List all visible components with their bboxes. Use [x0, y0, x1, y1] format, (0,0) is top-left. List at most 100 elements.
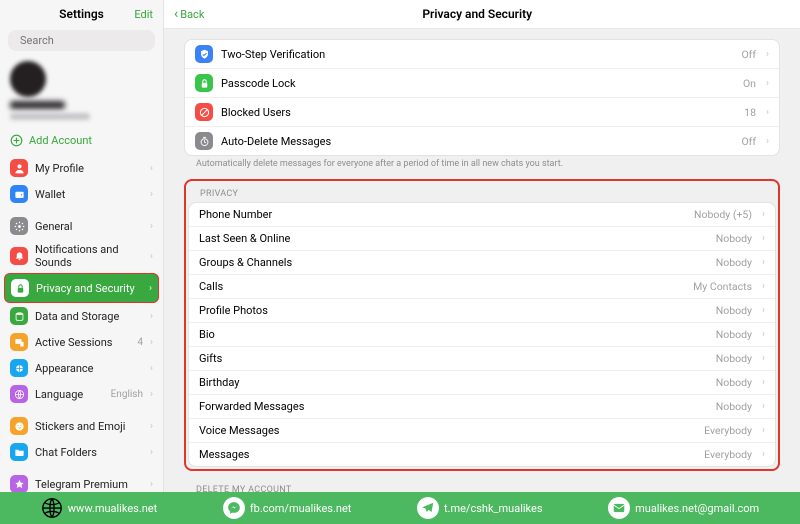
- bell-icon: [10, 247, 28, 265]
- devices-icon: [10, 333, 28, 351]
- sidebar-item-appearance[interactable]: Appearance ›: [0, 355, 163, 381]
- row-value: Everybody: [704, 448, 752, 461]
- chevron-right-icon: ›: [762, 377, 765, 388]
- footer-link-label: mualikes.net@gmail.com: [635, 502, 759, 515]
- sidebar-accessory: English: [111, 389, 143, 400]
- footer-link-3[interactable]: mualikes.net@gmail.com: [608, 497, 759, 519]
- row-label: Phone Number: [199, 208, 686, 221]
- footer-link-1[interactable]: fb.com/mualikes.net: [223, 497, 352, 519]
- lock-icon: [195, 74, 213, 92]
- security-row-auto-delete-messages[interactable]: Auto-Delete Messages Off ›: [185, 127, 779, 155]
- sidebar-item-label: My Profile: [35, 162, 143, 175]
- row-label: Blocked Users: [221, 106, 736, 119]
- row-value: My Contacts: [693, 280, 752, 293]
- row-label: Last Seen & Online: [199, 232, 708, 245]
- security-row-passcode-lock[interactable]: Passcode Lock On ›: [185, 69, 779, 98]
- footer-link-2[interactable]: t.me/cshk_mualikes: [417, 497, 543, 519]
- chevron-right-icon: ›: [762, 329, 765, 340]
- chevron-right-icon: ›: [150, 251, 153, 262]
- chevron-right-icon: ›: [766, 107, 769, 118]
- avatar: [10, 61, 46, 97]
- sidebar-item-my-profile[interactable]: My Profile ›: [0, 155, 163, 181]
- row-value: Off: [741, 135, 756, 148]
- privacy-row-forwarded-messages[interactable]: Forwarded Messages Nobody ›: [189, 395, 775, 419]
- row-label: Groups & Channels: [199, 256, 708, 269]
- sidebar-item-stickers-and-emoji[interactable]: Stickers and Emoji ›: [0, 413, 163, 439]
- privacy-row-bio[interactable]: Bio Nobody ›: [189, 323, 775, 347]
- privacy-row-calls[interactable]: Calls My Contacts ›: [189, 275, 775, 299]
- profile-phone: [10, 113, 90, 120]
- sidebar-item-data-and-storage[interactable]: Data and Storage ›: [0, 303, 163, 329]
- search-field[interactable]: [8, 30, 155, 51]
- sidebar-item-telegram-premium[interactable]: Telegram Premium ›: [0, 471, 163, 492]
- chevron-right-icon: ›: [766, 136, 769, 147]
- sidebar-item-language[interactable]: Language English ›: [0, 381, 163, 407]
- security-row-two-step-verification[interactable]: Two-Step Verification Off ›: [185, 40, 779, 69]
- privacy-row-birthday[interactable]: Birthday Nobody ›: [189, 371, 775, 395]
- add-account[interactable]: Add Account: [0, 128, 163, 155]
- security-row-blocked-users[interactable]: Blocked Users 18 ›: [185, 98, 779, 127]
- chevron-left-icon: ‹: [174, 6, 178, 22]
- block-icon: [195, 103, 213, 121]
- sidebar-item-label: Stickers and Emoji: [35, 420, 143, 433]
- messenger-icon: [223, 497, 245, 519]
- sidebar-item-chat-folders[interactable]: Chat Folders ›: [0, 439, 163, 465]
- row-value: 18: [744, 106, 756, 119]
- privacy-row-phone-number[interactable]: Phone Number Nobody (+5) ›: [189, 203, 775, 227]
- telegram-icon: [417, 497, 439, 519]
- chevron-right-icon: ›: [150, 189, 153, 200]
- row-label: Gifts: [199, 352, 708, 365]
- timer-icon: [195, 132, 213, 150]
- chevron-right-icon: ›: [150, 337, 153, 348]
- privacy-row-last-seen-online[interactable]: Last Seen & Online Nobody ›: [189, 227, 775, 251]
- content-body[interactable]: Two-Step Verification Off › Passcode Loc…: [164, 29, 800, 492]
- sidebar-item-label: Privacy and Security: [36, 282, 142, 295]
- row-value: Off: [741, 48, 756, 61]
- privacy-row-groups-channels[interactable]: Groups & Channels Nobody ›: [189, 251, 775, 275]
- content-header: ‹ Back Privacy and Security: [164, 0, 800, 29]
- row-value: Nobody: [716, 352, 752, 365]
- add-account-label: Add Account: [29, 134, 92, 147]
- sidebar-accessory: 4: [137, 337, 143, 348]
- privacy-row-voice-messages[interactable]: Voice Messages Everybody ›: [189, 419, 775, 443]
- profile-block[interactable]: [0, 55, 163, 128]
- row-value: Nobody: [716, 256, 752, 269]
- page-title: Privacy and Security: [204, 7, 750, 21]
- sidebar-menu[interactable]: My Profile › Wallet › General › Notifica…: [0, 155, 163, 492]
- edit-button[interactable]: Edit: [134, 8, 153, 21]
- sidebar-item-notifications-and-sounds[interactable]: Notifications and Sounds ›: [0, 239, 163, 273]
- sidebar-item-general[interactable]: General ›: [0, 213, 163, 239]
- footer-link-0[interactable]: www.mualikes.net: [41, 497, 157, 519]
- sidebar-title: Settings: [10, 7, 153, 21]
- sidebar-item-wallet[interactable]: Wallet ›: [0, 181, 163, 207]
- folder-icon: [10, 443, 28, 461]
- sidebar-item-label: Appearance: [35, 362, 143, 375]
- back-button[interactable]: ‹ Back: [174, 6, 204, 22]
- privacy-row-gifts[interactable]: Gifts Nobody ›: [189, 347, 775, 371]
- shield-icon: [195, 45, 213, 63]
- sidebar-item-label: Chat Folders: [35, 446, 143, 459]
- search-input[interactable]: [20, 34, 160, 47]
- privacy-header: PRIVACY: [188, 183, 776, 202]
- row-label: Bio: [199, 328, 708, 341]
- lock-icon: [11, 279, 29, 297]
- chevron-right-icon: ›: [762, 257, 765, 268]
- delete-account-section: DELETE MY ACCOUNT If Away For 18 months …: [184, 479, 780, 492]
- star-icon: [10, 475, 28, 492]
- highlighted-privacy: PRIVACY Phone Number Nobody (+5) ›Last S…: [184, 179, 780, 471]
- row-label: Voice Messages: [199, 424, 696, 437]
- privacy-row-messages[interactable]: Messages Everybody ›: [189, 443, 775, 466]
- chevron-right-icon: ›: [762, 209, 765, 220]
- privacy-row-profile-photos[interactable]: Profile Photos Nobody ›: [189, 299, 775, 323]
- globe-icon: [41, 497, 63, 519]
- row-label: Calls: [199, 280, 685, 293]
- row-value: Nobody: [716, 232, 752, 245]
- sidebar-item-privacy-and-security[interactable]: Privacy and Security ›: [5, 274, 158, 302]
- sidebar-item-active-sessions[interactable]: Active Sessions 4 ›: [0, 329, 163, 355]
- row-label: Birthday: [199, 376, 708, 389]
- chevron-right-icon: ›: [766, 49, 769, 60]
- sidebar-item-label: Active Sessions: [35, 336, 130, 349]
- data-icon: [10, 307, 28, 325]
- chevron-right-icon: ›: [762, 233, 765, 244]
- row-label: Messages: [199, 448, 696, 461]
